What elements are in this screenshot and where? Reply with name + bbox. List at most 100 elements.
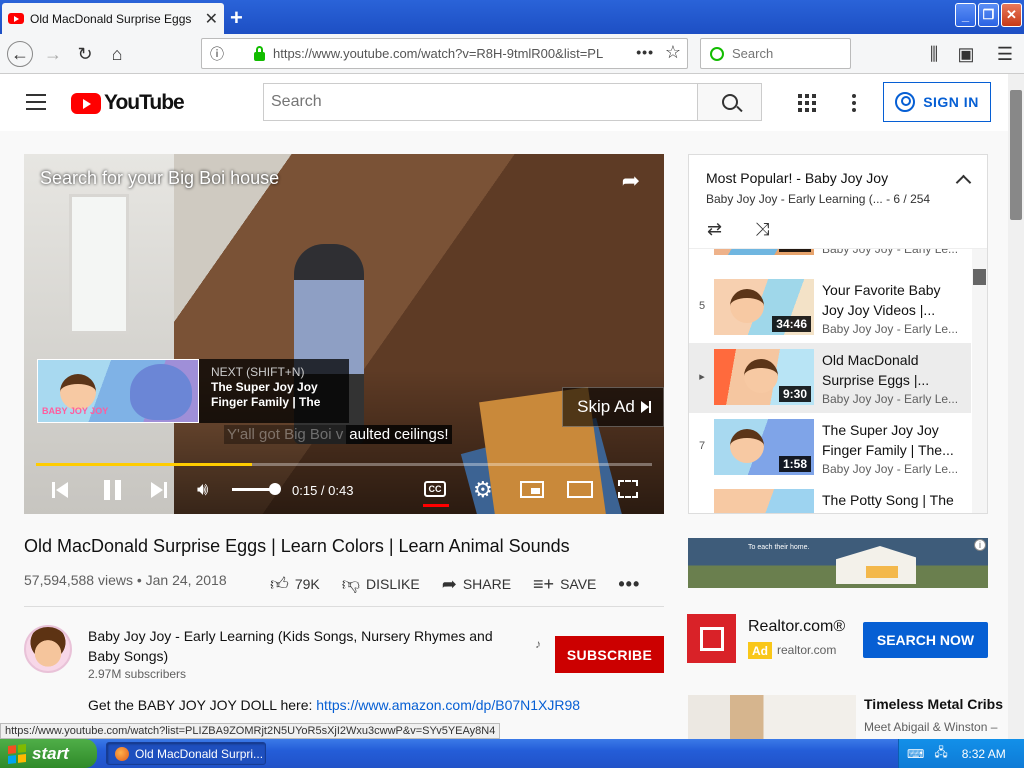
next-icon[interactable]: [151, 482, 167, 498]
next-video-thumbnail: BABY JOY JOY: [37, 359, 199, 423]
shuffle-icon[interactable]: ⤨: [755, 219, 769, 240]
ad-info-icon[interactable]: i: [974, 539, 986, 551]
search-button[interactable]: [697, 83, 762, 121]
now-playing-icon: ▸: [699, 371, 705, 383]
apps-grid-icon[interactable]: [798, 94, 816, 112]
volume-knob[interactable]: [269, 483, 282, 495]
home-icon[interactable]: ⌂: [104, 41, 130, 67]
playlist-item-current[interactable]: ▸ 9:30 Old MacDonald Surprise Eggs |... …: [689, 343, 971, 413]
loop-icon[interactable]: ⇄: [707, 219, 722, 240]
youtube-logo[interactable]: YouTube: [71, 91, 185, 115]
description-link[interactable]: https://www.amazon.com/dp/B07N1XJR98: [316, 697, 580, 713]
ad-brand[interactable]: Realtor.com®: [748, 618, 845, 636]
taskbar-window-title: Old MacDonald Surpri...: [135, 746, 264, 761]
save-button[interactable]: ≡+ SAVE: [533, 574, 596, 595]
previous-icon[interactable]: [52, 482, 68, 498]
keyboard-icon[interactable]: ⌨: [907, 747, 924, 761]
playlist-item[interactable]: 5 34:46 Your Favorite Baby Joy Joy Video…: [689, 273, 971, 343]
skip-ad-button[interactable]: Skip Ad: [562, 387, 664, 427]
captions-icon[interactable]: CC: [424, 481, 446, 497]
like-button[interactable]: 👍︎ 79K: [270, 573, 320, 595]
network-icon[interactable]: 🖧: [934, 743, 947, 764]
player-controls: 🔊︎ 0:15 / 0:43 CC ⚙: [24, 472, 664, 512]
forward-arrow-icon[interactable]: →: [40, 41, 66, 67]
playlist-item[interactable]: The Potty Song | The: [689, 483, 971, 513]
taskbar-window-button[interactable]: Old MacDonald Surpri...: [106, 742, 266, 765]
page-scrollbar-thumb[interactable]: [1010, 90, 1022, 220]
minimize-icon[interactable]: _: [955, 3, 976, 27]
menu-icon[interactable]: ☰: [992, 41, 1018, 67]
playlist-thumbnail: 34:46: [714, 279, 814, 335]
restore-icon[interactable]: ❐: [978, 3, 999, 27]
miniplayer-icon[interactable]: [520, 481, 544, 498]
ad-banner-tagline: To each their home.: [748, 544, 810, 551]
gear-icon[interactable]: ⚙: [473, 477, 493, 503]
next-title: The Super Joy Joy Finger Family | The: [211, 380, 321, 409]
bookmark-star-icon[interactable]: ☆: [665, 42, 681, 63]
chevron-up-icon[interactable]: [955, 174, 972, 191]
settings-more-icon[interactable]: [852, 94, 856, 112]
back-arrow-icon[interactable]: ←: [7, 41, 33, 67]
pause-icon[interactable]: [104, 480, 122, 500]
share-arrow-icon[interactable]: ➦: [622, 168, 640, 194]
music-note-icon: ♪: [535, 637, 541, 651]
channel-name[interactable]: Baby Joy Joy - Early Learning (Kids Song…: [88, 626, 528, 666]
browser-search-input[interactable]: [732, 46, 842, 61]
guide-menu-icon[interactable]: [26, 94, 46, 110]
next-video-card[interactable]: BABY JOY JOY NEXT (SHIFT+N) The Super Jo…: [37, 359, 349, 423]
tab-close-icon[interactable]: ✕: [205, 9, 218, 29]
playlist-title[interactable]: Most Popular! - Baby Joy Joy: [706, 170, 888, 186]
subscriber-count: 2.97M subscribers: [88, 667, 187, 681]
youtube-favicon-icon: [8, 13, 24, 24]
share-button[interactable]: ➦ SHARE: [442, 574, 511, 595]
playlist-item-channel: Baby Joy Joy - Early Le...: [822, 392, 959, 406]
video-overlay-title[interactable]: Search for your Big Boi house: [40, 168, 279, 189]
theater-mode-icon[interactable]: [567, 481, 593, 498]
close-window-icon[interactable]: ✕: [1001, 3, 1022, 27]
video-player[interactable]: Search for your Big Boi house ➦ BABY JOY…: [24, 154, 664, 514]
new-tab-button[interactable]: +: [230, 5, 243, 31]
search-now-button[interactable]: SEARCH NOW: [863, 622, 988, 658]
divider: [24, 606, 664, 607]
playlist-add-icon: ≡+: [533, 573, 555, 594]
playlist-item[interactable]: 7 1:58 The Super Joy Joy Finger Family |…: [689, 413, 971, 483]
dislike-button[interactable]: 👎︎ DISLIKE: [342, 573, 420, 595]
search-input[interactable]: [271, 93, 671, 111]
search-box[interactable]: [263, 83, 698, 121]
video-meta: 57,594,588 views • Jan 24, 2018: [24, 572, 227, 588]
logo-text: YouTube: [104, 91, 185, 114]
volume-icon[interactable]: 🔊︎: [197, 479, 208, 500]
url-bar[interactable]: ⓘ https://www.youtube.com/watch?v=R8H-9t…: [201, 38, 688, 69]
playlist-scrollbar-thumb[interactable]: [973, 269, 986, 285]
ad-banner-image[interactable]: To each their home.: [688, 538, 988, 588]
site-info-icon[interactable]: ⓘ: [210, 44, 224, 64]
start-label: start: [32, 743, 69, 763]
start-button[interactable]: start: [0, 739, 97, 768]
playlist-item-title: The Potty Song | The: [822, 492, 954, 508]
fullscreen-icon[interactable]: [618, 480, 638, 498]
search-engine-icon: [710, 46, 724, 61]
channel-avatar[interactable]: [24, 625, 72, 673]
reload-icon[interactable]: ↻: [72, 41, 98, 67]
duration-badge: 34:46: [772, 316, 811, 332]
house-graphic: [836, 546, 916, 584]
playlist-scrollbar[interactable]: [972, 249, 987, 513]
progress-bar[interactable]: [36, 463, 652, 466]
more-actions-icon[interactable]: •••: [618, 574, 640, 595]
recommendation-thumbnail[interactable]: [688, 695, 856, 740]
sidebar-icon[interactable]: ▣: [953, 41, 979, 67]
browser-search-bar[interactable]: [700, 38, 851, 69]
tab-title: Old MacDonald Surprise Eggs | Lear: [30, 11, 195, 26]
page-actions-icon[interactable]: •••: [636, 44, 654, 60]
caption-text: aulted ceilings!: [346, 425, 452, 444]
browser-navbar: ← → ↻ ⌂ ⓘ https://www.youtube.com/watch?…: [0, 34, 1024, 74]
video-frame-window: [69, 194, 129, 334]
realtor-logo[interactable]: [687, 614, 736, 663]
recommendation-title[interactable]: Timeless Metal Cribs: [864, 696, 1003, 712]
subscribe-button[interactable]: SUBSCRIBE: [555, 636, 664, 673]
sign-in-button[interactable]: SIGN IN: [883, 82, 991, 122]
browser-tab[interactable]: Old MacDonald Surprise Eggs | Lear ✕: [2, 3, 224, 34]
video-description: Get the BABY JOY JOY DOLL here: https://…: [88, 697, 580, 713]
firefox-icon: [115, 746, 129, 761]
library-icon[interactable]: ⫼: [921, 41, 947, 67]
